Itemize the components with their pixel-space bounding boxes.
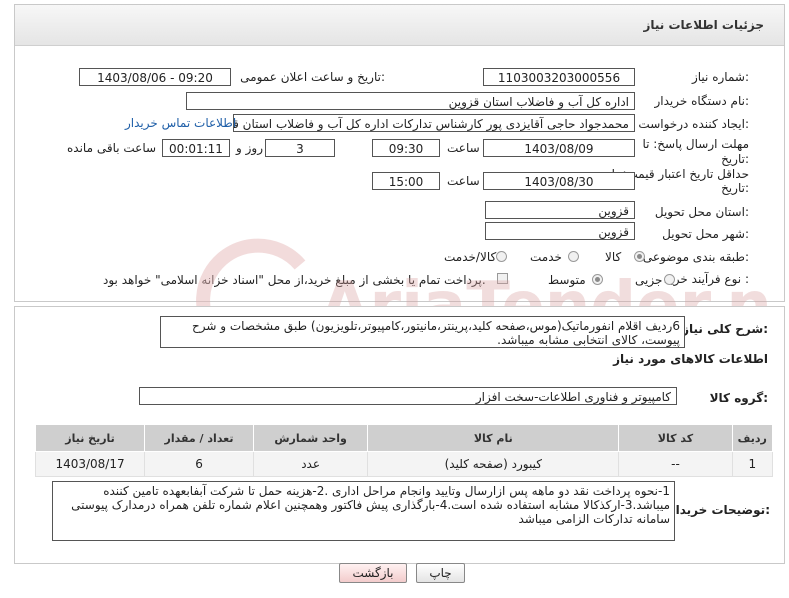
- buyer-notes-textarea[interactable]: 1-نحوه پرداخت نقد دو ماهه پس ازارسال وتا…: [52, 481, 675, 541]
- announce-field[interactable]: 1403/08/06 - 09:20: [79, 68, 231, 86]
- back-button[interactable]: بازگشت: [339, 563, 407, 583]
- goods-table: ردیف کد کالا نام کالا واحد شمارش تعداد /…: [34, 424, 774, 477]
- process-label: نوع فرآیند خرید :: [664, 272, 749, 286]
- buyer-org-label: نام دستگاه خریدار:: [654, 94, 750, 108]
- category-option-goods: کالا: [605, 250, 622, 264]
- process-radio-medium[interactable]: [592, 274, 603, 285]
- cell-unit: عدد: [253, 451, 369, 477]
- province-label: استان محل تحویل:: [654, 205, 749, 219]
- cell-qty: 6: [144, 451, 255, 477]
- cell-row: 1: [731, 451, 774, 477]
- deadline-label-date: تاریخ:: [721, 152, 749, 166]
- cell-code: --: [618, 451, 733, 477]
- deadline-time-label: ساعت: [447, 141, 480, 155]
- need-number-field[interactable]: 1103003203000556: [483, 68, 635, 86]
- need-number-label: شماره نیاز:: [691, 70, 749, 84]
- goods-group-field[interactable]: کامپیوتر و فناوری اطلاعات-سخت افزار: [139, 387, 677, 405]
- process-radio-minor[interactable]: [664, 274, 675, 285]
- requester-label: ایجاد کننده درخواست:: [638, 117, 749, 131]
- summary-label: شرح کلی نیاز:: [682, 322, 768, 336]
- col-qty: تعداد / مقدار: [144, 424, 255, 452]
- process-option-minor: جزیی: [635, 273, 663, 287]
- category-option-service: خدمت: [530, 250, 562, 264]
- city-field[interactable]: قزوین: [485, 222, 635, 240]
- city-label: شهر محل تحویل:: [662, 227, 749, 241]
- col-name: نام کالا: [367, 424, 620, 452]
- deadline-date-field[interactable]: 1403/08/09: [483, 139, 635, 157]
- category-label: طبقه بندی موضوعی:: [642, 250, 749, 264]
- remaining-label: ساعت باقی مانده: [67, 141, 157, 155]
- panel-header: جزئیات اطلاعات نیاز: [15, 5, 784, 46]
- col-row: ردیف: [731, 424, 774, 452]
- category-radio-service[interactable]: [568, 251, 579, 262]
- col-date: تاریخ نیاز: [34, 424, 146, 452]
- buyer-notes-label: توضیحات خریدار:: [668, 503, 770, 517]
- requester-field[interactable]: محمدجواد حاجی آقایزدی پور کارشناس تدارکا…: [233, 114, 635, 132]
- print-button[interactable]: چاپ: [416, 563, 465, 583]
- validity-time-field[interactable]: 15:00: [372, 172, 440, 190]
- deadline-time-field[interactable]: 09:30: [372, 139, 440, 157]
- goods-group-label: گروه کالا:: [709, 391, 768, 405]
- category-radio-goods[interactable]: [634, 251, 645, 262]
- days-field[interactable]: 3: [265, 139, 335, 157]
- buyer-org-field[interactable]: اداره کل آب و فاضلاب استان قزوین: [186, 92, 635, 110]
- treasury-checkbox[interactable]: [497, 273, 508, 284]
- summary-textarea[interactable]: 6ردیف اقلام انفورماتیک(موس،صفحه کلید،پری…: [160, 316, 685, 348]
- remaining-time-field[interactable]: 00:01:11: [162, 139, 230, 157]
- table-header-row: ردیف کد کالا نام کالا واحد شمارش تعداد /…: [34, 424, 774, 452]
- category-radio-both[interactable]: [496, 251, 507, 262]
- col-unit: واحد شمارش: [253, 424, 369, 452]
- validity-label-date: تاریخ:: [721, 181, 749, 195]
- goods-info-title: اطلاعات کالاهای مورد نیاز: [613, 352, 768, 366]
- payment-note: پرداخت تمام یا بخشی از مبلغ خرید،از محل …: [103, 273, 486, 287]
- days-label: روز و: [236, 141, 263, 155]
- table-row[interactable]: 1 -- کیبورد (صفحه کلید) عدد 6 1403/08/17: [34, 451, 774, 477]
- announce-label: تاریخ و ساعت اعلان عمومی:: [240, 70, 385, 84]
- province-field[interactable]: قزوین: [485, 201, 635, 219]
- buyer-contact-link[interactable]: اطلاعات تماس خریدار: [125, 116, 236, 130]
- validity-time-label: ساعت: [447, 174, 480, 188]
- cell-date: 1403/08/17: [34, 451, 146, 477]
- category-option-both: کالا/خدمت: [444, 250, 497, 264]
- col-code: کد کالا: [618, 424, 733, 452]
- process-option-medium: متوسط: [548, 273, 586, 287]
- panel-title: جزئیات اطلاعات نیاز: [643, 18, 764, 32]
- validity-date-field[interactable]: 1403/08/30: [483, 172, 635, 190]
- cell-name: کیبورد (صفحه کلید): [367, 451, 620, 477]
- deadline-label: مهلت ارسال پاسخ: تا: [642, 137, 749, 151]
